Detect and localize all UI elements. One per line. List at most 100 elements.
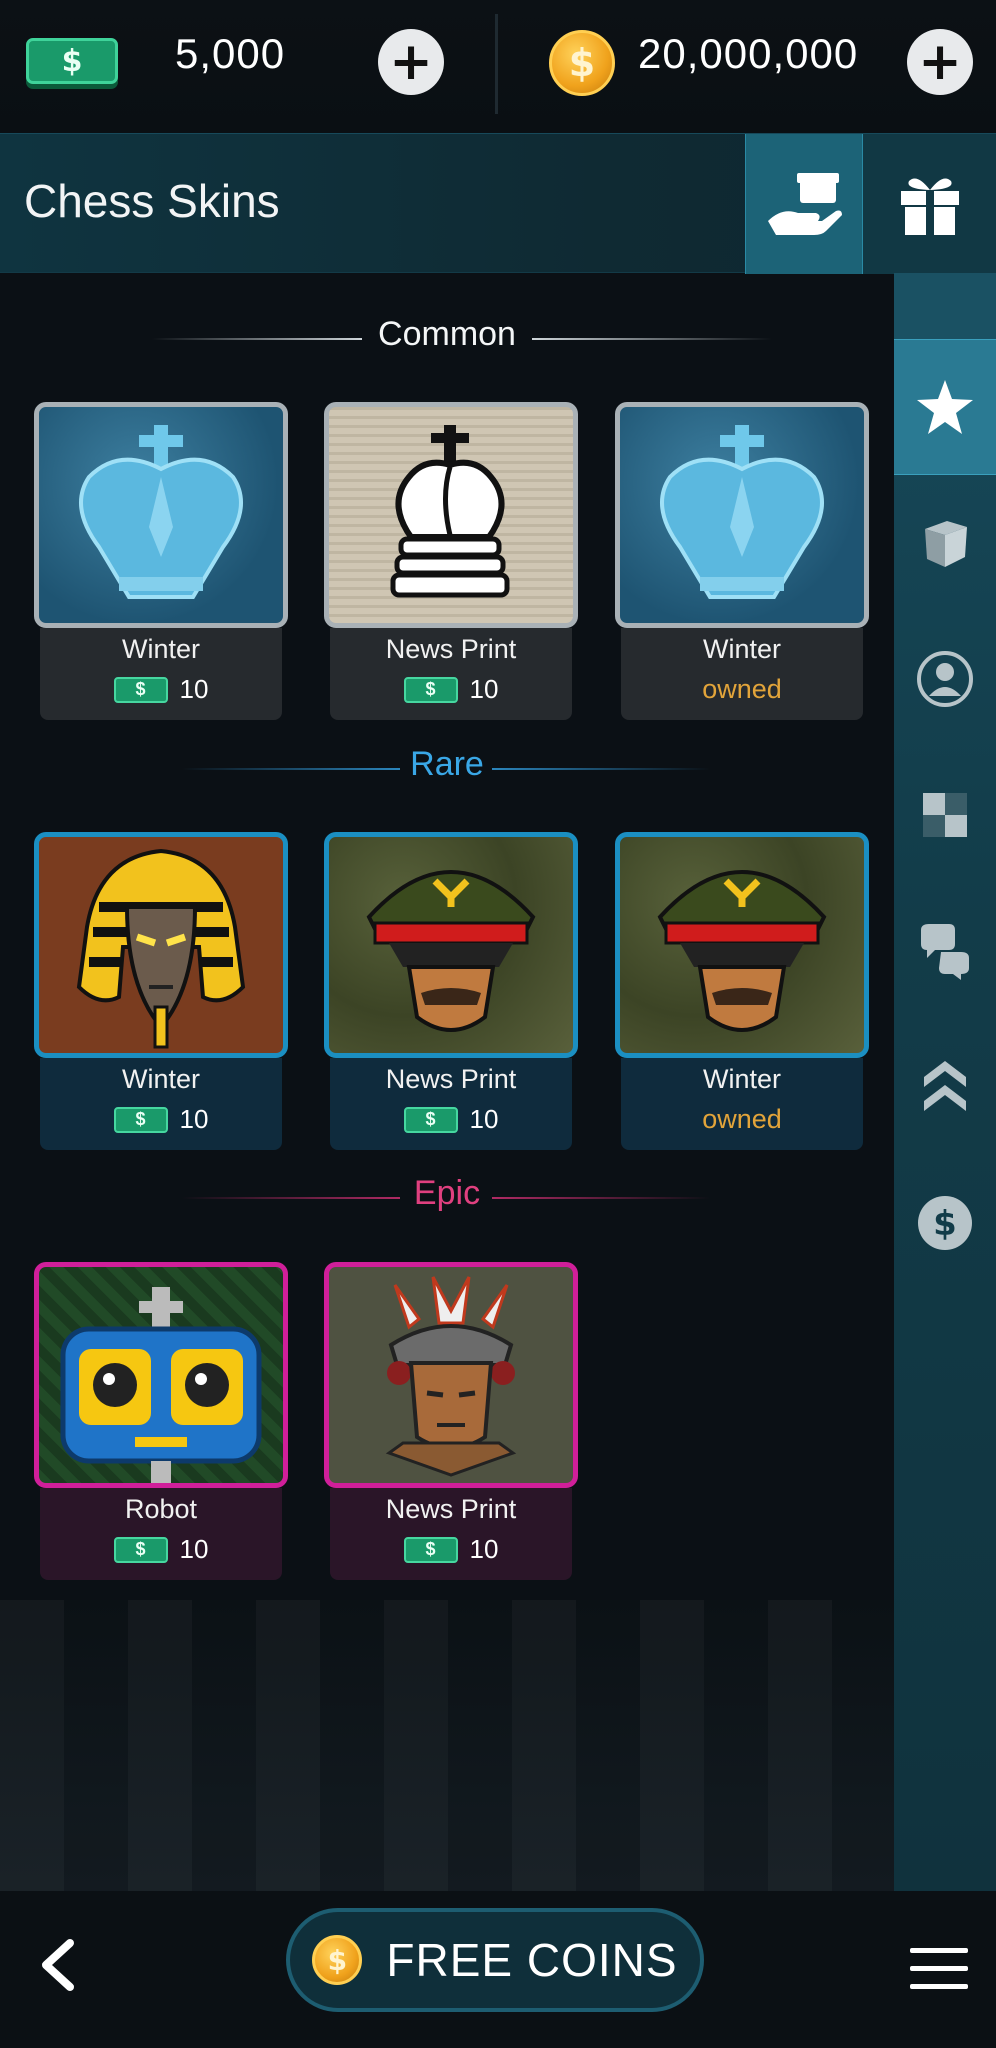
price-value: 10: [179, 1534, 209, 1564]
coin-icon: $: [549, 30, 615, 96]
owned-label: owned: [702, 674, 782, 704]
box-icon: [925, 521, 967, 567]
free-coins-button[interactable]: $ FREE COINS: [286, 1908, 704, 2012]
rail-item-chat[interactable]: [894, 883, 996, 1019]
skin-info: News Print $ 10: [330, 1488, 572, 1580]
skin-art: [324, 832, 578, 1058]
category-rail: $: [894, 273, 996, 1891]
cash-icon: $: [113, 1536, 168, 1563]
checker-floor-background: [0, 1600, 894, 1891]
skin-price: $ 10: [40, 1104, 282, 1135]
rail-item-avatars[interactable]: [894, 611, 996, 747]
skin-name: Winter: [702, 1064, 781, 1094]
price-value: 10: [179, 1104, 209, 1134]
newsprint-king-icon: [390, 425, 510, 598]
skin-card-epic-2[interactable]: News Print $ 10: [324, 1262, 578, 1584]
skin-art: [324, 1262, 578, 1488]
skin-card-common-2[interactable]: News Print $ 10: [324, 402, 578, 724]
gift-icon: [900, 178, 959, 235]
skin-info: Winter $ 10: [40, 1058, 282, 1150]
skin-name: Winter: [702, 634, 781, 664]
skin-name: News Print: [385, 634, 517, 664]
section-title-epic: Epic: [413, 1174, 481, 1212]
skin-name: Robot: [124, 1494, 198, 1524]
skin-card-common-3[interactable]: Winter owned: [615, 402, 869, 724]
skin-card-epic-1[interactable]: Robot $ 10: [34, 1262, 288, 1584]
skin-info: News Print $ 10: [330, 1058, 572, 1150]
skin-card-rare-1[interactable]: Winter $ 10: [34, 832, 288, 1154]
skin-info: News Print $ 10: [330, 628, 572, 720]
skin-price: $ 10: [330, 1534, 572, 1565]
price-value: 10: [469, 1534, 499, 1564]
skin-price: $ 10: [40, 1534, 282, 1565]
general-icon: [366, 870, 536, 1032]
robot-icon: [60, 1287, 262, 1483]
pharaoh-icon: [76, 848, 246, 1049]
skin-art: [615, 832, 869, 1058]
svg-text:$: $: [933, 1204, 957, 1244]
skin-info: Winter owned: [621, 1058, 863, 1150]
menu-button[interactable]: [908, 1944, 970, 1994]
price-value: 10: [469, 674, 499, 704]
checker-icon: [923, 793, 967, 837]
skin-art: [34, 1262, 288, 1488]
skin-price: $ 10: [330, 674, 572, 705]
skin-card-common-1[interactable]: Winter $ 10: [34, 402, 288, 724]
section-title-rare: Rare: [410, 745, 484, 783]
skin-price: $ 10: [40, 674, 282, 705]
skin-art: [34, 402, 288, 628]
back-button[interactable]: [30, 1935, 90, 1995]
currency-bar: $ 5,000 + $ 20,000,000 +: [0, 0, 996, 133]
gift-button[interactable]: [863, 134, 996, 274]
price-value: 10: [179, 674, 209, 704]
free-coins-label: FREE COINS: [386, 1934, 678, 1986]
section-title-common: Common: [378, 315, 516, 353]
skin-name: News Print: [385, 1064, 517, 1094]
add-coins-button[interactable]: +: [907, 29, 973, 95]
add-cash-button[interactable]: +: [378, 29, 444, 95]
skin-card-rare-2[interactable]: News Print $ 10: [324, 832, 578, 1154]
skin-status: owned: [621, 674, 863, 705]
page-title: Chess Skins: [24, 175, 280, 227]
hamburger-icon: [910, 1948, 968, 1989]
owned-label: owned: [702, 1104, 782, 1134]
rail-item-boards[interactable]: [894, 747, 996, 883]
cash-icon: $: [113, 1106, 168, 1133]
skin-name: Winter: [121, 634, 200, 664]
rank-icon: [924, 1061, 966, 1111]
skin-info: Winter $ 10: [40, 628, 282, 720]
skin-status: owned: [621, 1104, 863, 1135]
cash-icon: $: [403, 676, 458, 703]
skin-name: Winter: [121, 1064, 200, 1094]
star-icon: [917, 380, 973, 434]
store-button[interactable]: [745, 134, 863, 274]
divider: [495, 14, 498, 114]
ice-king-icon: [79, 425, 243, 599]
skin-card-rare-3[interactable]: Winter owned: [615, 832, 869, 1154]
chat-icon: [921, 924, 969, 980]
skin-price: $ 10: [330, 1104, 572, 1135]
cash-icon: $: [403, 1536, 458, 1563]
chief-icon: [385, 1276, 517, 1477]
ice-king-icon: [660, 425, 824, 599]
page-header: Chess Skins: [0, 133, 996, 274]
skin-art: [324, 402, 578, 628]
rail-item-currency[interactable]: $: [894, 1155, 996, 1291]
rail-item-featured[interactable]: [894, 339, 996, 475]
coin-balance: 20,000,000: [638, 30, 859, 77]
dollar-icon: $: [918, 1196, 972, 1250]
cash-balance: 5,000: [175, 30, 286, 77]
skin-info: Robot $ 10: [40, 1488, 282, 1580]
rail-item-boxes[interactable]: [894, 475, 996, 611]
rail-item-ranks[interactable]: [894, 1019, 996, 1155]
skin-art: [615, 402, 869, 628]
skin-info: Winter owned: [621, 628, 863, 720]
skin-art: [34, 832, 288, 1058]
avatar-icon: [917, 651, 973, 707]
skin-name: News Print: [385, 1494, 517, 1524]
general-icon: [657, 870, 827, 1032]
back-arrow-icon: [42, 1939, 74, 1991]
price-value: 10: [469, 1104, 499, 1134]
coin-icon: $: [312, 1935, 363, 1985]
hand-box-icon: [768, 173, 842, 235]
